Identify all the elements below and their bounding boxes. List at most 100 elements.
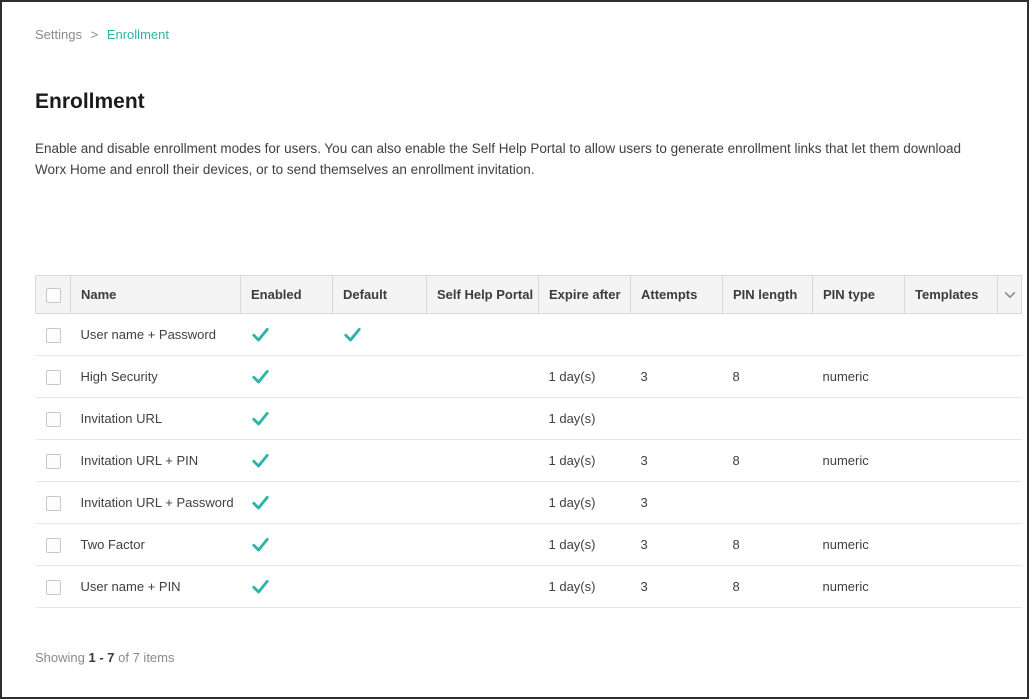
table-row[interactable]: Invitation URL + PIN1 day(s)38numeric [36,440,1022,482]
templates-cell [905,440,998,482]
expire-after-cell: 1 day(s) [539,482,631,524]
expire-after-cell: 1 day(s) [539,566,631,608]
attempts-cell: 3 [631,440,723,482]
table-row[interactable]: User name + Password [36,314,1022,356]
row-checkbox[interactable] [46,538,61,553]
enabled-cell [241,314,333,356]
column-header-attempts[interactable]: Attempts [631,276,723,314]
enabled-cell [241,524,333,566]
chevron-down-icon [1003,288,1017,302]
attempts-cell [631,314,723,356]
pin-type-cell: numeric [813,356,905,398]
pin-type-cell: numeric [813,440,905,482]
column-header-expire-after[interactable]: Expire after [539,276,631,314]
row-checkbox[interactable] [46,580,61,595]
expire-after-cell: 1 day(s) [539,398,631,440]
default-cell [333,440,427,482]
pin-length-cell: 8 [723,440,813,482]
table-row[interactable]: User name + PIN1 day(s)38numeric [36,566,1022,608]
expire-after-cell: 1 day(s) [539,356,631,398]
self-help-portal-cell [427,356,539,398]
row-checkbox[interactable] [46,412,61,427]
column-header-pin-type[interactable]: PIN type [813,276,905,314]
pin-length-cell [723,398,813,440]
check-icon [251,409,270,428]
column-header-default[interactable]: Default [333,276,427,314]
breadcrumb: Settings > Enrollment [35,27,1027,42]
name-cell: User name + PIN [71,566,241,608]
pin-length-cell: 8 [723,566,813,608]
row-select-cell [36,398,71,440]
table-row[interactable]: Invitation URL1 day(s) [36,398,1022,440]
check-icon [251,367,270,386]
enabled-cell [241,566,333,608]
pin-type-cell: numeric [813,524,905,566]
table-row[interactable]: Two Factor1 day(s)38numeric [36,524,1022,566]
templates-cell [905,356,998,398]
templates-cell [905,314,998,356]
row-end-cell [998,482,1022,524]
check-icon [251,493,270,512]
expire-after-cell: 1 day(s) [539,524,631,566]
breadcrumb-enrollment-link[interactable]: Enrollment [107,27,169,42]
column-header-templates[interactable]: Templates [905,276,998,314]
row-checkbox[interactable] [46,454,61,469]
attempts-cell: 3 [631,356,723,398]
table-row[interactable]: High Security1 day(s)38numeric [36,356,1022,398]
row-checkbox[interactable] [46,328,61,343]
enabled-cell [241,440,333,482]
expire-after-cell [539,314,631,356]
row-select-cell [36,566,71,608]
page-title: Enrollment [35,90,1027,114]
name-cell: Invitation URL + Password [71,482,241,524]
items-count-suffix: of 7 items [118,650,174,665]
name-cell: Two Factor [71,524,241,566]
self-help-portal-cell [427,440,539,482]
pin-type-cell [813,314,905,356]
row-end-cell [998,398,1022,440]
default-cell [333,398,427,440]
row-select-cell [36,524,71,566]
column-menu-button[interactable] [998,276,1022,314]
name-cell: High Security [71,356,241,398]
column-header-name[interactable]: Name [71,276,241,314]
check-icon [251,451,270,470]
enrollment-table: Name Enabled Default Self Help Portal Ex… [35,275,1022,608]
check-icon [343,325,362,344]
select-all-cell [36,276,71,314]
default-cell [333,314,427,356]
table-header-row: Name Enabled Default Self Help Portal Ex… [36,276,1022,314]
pin-length-cell [723,482,813,524]
items-count-prefix: Showing [35,650,85,665]
enabled-cell [241,398,333,440]
row-select-cell [36,314,71,356]
row-end-cell [998,566,1022,608]
table-row[interactable]: Invitation URL + Password 1 day(s)3 [36,482,1022,524]
row-select-cell [36,356,71,398]
breadcrumb-settings-link[interactable]: Settings [35,27,82,42]
enabled-cell [241,356,333,398]
row-end-cell [998,356,1022,398]
row-select-cell [36,440,71,482]
page-content: Settings > Enrollment Enrollment Enable … [2,2,1027,665]
select-all-checkbox[interactable] [46,288,61,303]
default-cell [333,482,427,524]
default-cell [333,566,427,608]
check-icon [251,325,270,344]
pin-type-cell [813,482,905,524]
breadcrumb-separator: > [91,27,99,42]
column-header-enabled[interactable]: Enabled [241,276,333,314]
templates-cell [905,566,998,608]
app-window: Settings > Enrollment Enrollment Enable … [0,0,1029,699]
column-header-self-help-portal[interactable]: Self Help Portal [427,276,539,314]
row-checkbox[interactable] [46,370,61,385]
row-end-cell [998,440,1022,482]
column-header-pin-length[interactable]: PIN length [723,276,813,314]
check-icon [251,535,270,554]
check-icon [251,577,270,596]
templates-cell [905,398,998,440]
expire-after-cell: 1 day(s) [539,440,631,482]
attempts-cell: 3 [631,566,723,608]
attempts-cell: 3 [631,482,723,524]
row-checkbox[interactable] [46,496,61,511]
